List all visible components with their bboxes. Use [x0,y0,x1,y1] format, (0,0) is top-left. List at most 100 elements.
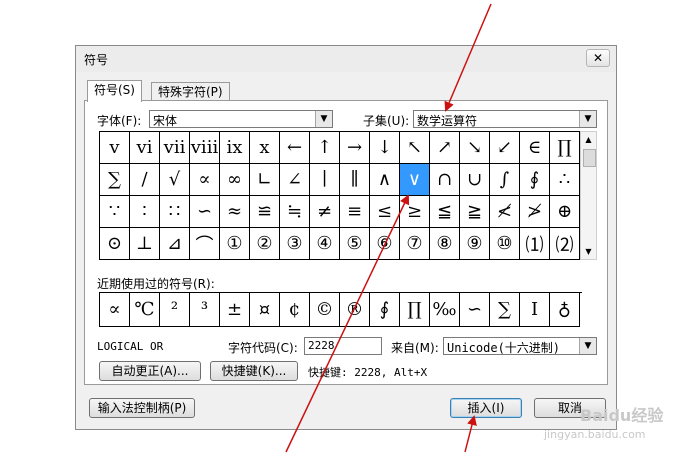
symbol-cell[interactable]: x [250,132,280,164]
symbol-cell[interactable]: vi [130,132,160,164]
symbol-cell[interactable]: vii [160,132,190,164]
recent-symbol-cell[interactable]: © [310,293,340,327]
autocorrect-button[interactable]: 自动更正(A)... [99,361,201,381]
recent-symbol-cell[interactable]: Ⅰ [520,293,550,327]
recent-symbols-grid: ∝ ℃ ² ³ ± ¤ ¢ © ® ∮ ∏ ‰ ∽ ∑ Ⅰ ♁ [99,292,582,327]
close-button[interactable]: ✕ [586,49,610,67]
symbol-cell[interactable]: v [100,132,130,164]
font-select[interactable]: 宋体 ▼ [149,110,333,128]
symbol-cell[interactable]: ∽ [190,196,220,228]
symbol-cell[interactable]: ⊥ [130,228,160,260]
symbol-cell[interactable]: ∨ [400,164,430,196]
symbol-cell[interactable]: ↘ [460,132,490,164]
recent-symbol-cell[interactable]: ¤ [250,293,280,327]
recent-symbol-cell[interactable]: ² [160,293,190,327]
symbol-cell[interactable]: ① [220,228,250,260]
symbol-cell[interactable]: ∠ [280,164,310,196]
recent-symbol-cell[interactable]: ± [220,293,250,327]
symbol-cell[interactable]: ∑ [100,164,130,196]
symbol-cell[interactable]: ⊿ [160,228,190,260]
recent-symbol-cell[interactable]: ℃ [130,293,160,327]
symbol-cell[interactable]: ↗ [430,132,460,164]
chevron-down-icon: ▼ [315,111,332,127]
recent-symbol-cell[interactable]: ® [340,293,370,327]
symbol-cell[interactable]: ≌ [250,196,280,228]
symbol-cell[interactable]: ④ [310,228,340,260]
symbol-cell[interactable]: ⑩ [490,228,520,260]
shortcut-key-button[interactable]: 快捷键(K)... [210,361,298,381]
symbol-cell[interactable]: √ [160,164,190,196]
symbol-cell[interactable]: ← [280,132,310,164]
symbol-cell[interactable]: ⑴ [520,228,550,260]
symbol-cell[interactable]: ≤ [370,196,400,228]
symbol-cell[interactable]: ⑵ [550,228,580,260]
symbol-cell[interactable]: ∫ [490,164,520,196]
symbol-cell[interactable]: ③ [280,228,310,260]
insert-button[interactable]: 插入(I) [450,398,522,418]
symbol-cell[interactable]: ∴ [550,164,580,196]
recent-symbol-cell[interactable]: ♁ [550,293,580,327]
symbol-cell[interactable]: ⌒ [190,228,220,260]
symbol-cell[interactable]: ≥ [400,196,430,228]
symbol-grid-scrollbar[interactable]: ▲ ▼ [580,131,597,260]
scroll-up-icon[interactable]: ▲ [581,132,596,147]
symbol-cell[interactable]: ≡ [340,196,370,228]
symbol-cell[interactable]: ∥ [340,164,370,196]
symbol-cell[interactable]: ix [220,132,250,164]
symbol-cell[interactable]: ≒ [280,196,310,228]
recent-symbol-cell[interactable]: ∝ [100,293,130,327]
symbol-cell[interactable]: ∧ [370,164,400,196]
ime-control-button[interactable]: 输入法控制柄(P) [89,398,195,418]
symbol-cell[interactable]: ⑥ [370,228,400,260]
tab-symbols[interactable]: 符号(S) [87,80,142,102]
symbol-cell[interactable]: ↙ [490,132,520,164]
symbol-cell[interactable]: ∵ [100,196,130,228]
symbol-cell[interactable]: ≈ [220,196,250,228]
symbol-cell[interactable]: ② [250,228,280,260]
symbol-cell[interactable]: ∝ [190,164,220,196]
symbol-cell[interactable]: ≮ [490,196,520,228]
tab-special-chars[interactable]: 特殊字符(P) [151,82,230,102]
symbol-cell[interactable]: → [340,132,370,164]
recent-symbol-cell[interactable]: ³ [190,293,220,327]
symbol-cell[interactable]: ⑨ [460,228,490,260]
symbol-cell[interactable]: ≧ [460,196,490,228]
symbol-cell[interactable]: ∶ [130,196,160,228]
symbol-cell[interactable]: ⊙ [100,228,130,260]
symbol-cell[interactable]: ≠ [310,196,340,228]
symbol-cell[interactable]: ∮ [520,164,550,196]
recent-symbol-cell[interactable]: ∑ [490,293,520,327]
symbol-cell[interactable]: ⊕ [550,196,580,228]
symbol-cell[interactable]: ⑧ [430,228,460,260]
symbol-cell[interactable]: ≯ [520,196,550,228]
subset-select[interactable]: 数学运算符 ▼ [413,110,597,128]
symbol-cell[interactable]: ≦ [430,196,460,228]
scroll-down-icon[interactable]: ▼ [581,244,596,259]
char-code-input[interactable]: 2228 [304,337,382,355]
symbol-cell[interactable]: ∪ [460,164,490,196]
symbol-cell[interactable]: ↓ [370,132,400,164]
scrollbar-thumb[interactable] [583,149,596,167]
symbol-cell[interactable]: ∟ [250,164,280,196]
symbol-cell[interactable]: ∷ [160,196,190,228]
recent-symbol-cell[interactable]: ¢ [280,293,310,327]
font-select-value: 宋体 [153,114,178,128]
recent-symbol-cell[interactable]: ∽ [460,293,490,327]
symbol-cell[interactable]: ⑦ [400,228,430,260]
symbol-cell[interactable]: ∈ [520,132,550,164]
symbol-cell[interactable]: viii [190,132,220,164]
symbol-cell[interactable]: ↑ [310,132,340,164]
symbol-cell[interactable]: ∕ [130,164,160,196]
tab-symbols-label: 符号(S) [94,83,135,97]
symbol-cell[interactable]: ↖ [400,132,430,164]
symbol-cell[interactable]: ∏ [550,132,580,164]
from-select[interactable]: Unicode(十六进制) ▼ [443,337,597,355]
recent-symbol-cell[interactable]: ∏ [400,293,430,327]
recent-symbol-cell[interactable]: ‰ [430,293,460,327]
symbol-cell[interactable]: ∞ [220,164,250,196]
recent-symbol-cell[interactable]: ∮ [370,293,400,327]
symbol-cell[interactable]: ∣ [310,164,340,196]
from-select-value: Unicode(十六进制) [447,341,561,355]
symbol-cell[interactable]: ⑤ [340,228,370,260]
symbol-cell[interactable]: ∩ [430,164,460,196]
